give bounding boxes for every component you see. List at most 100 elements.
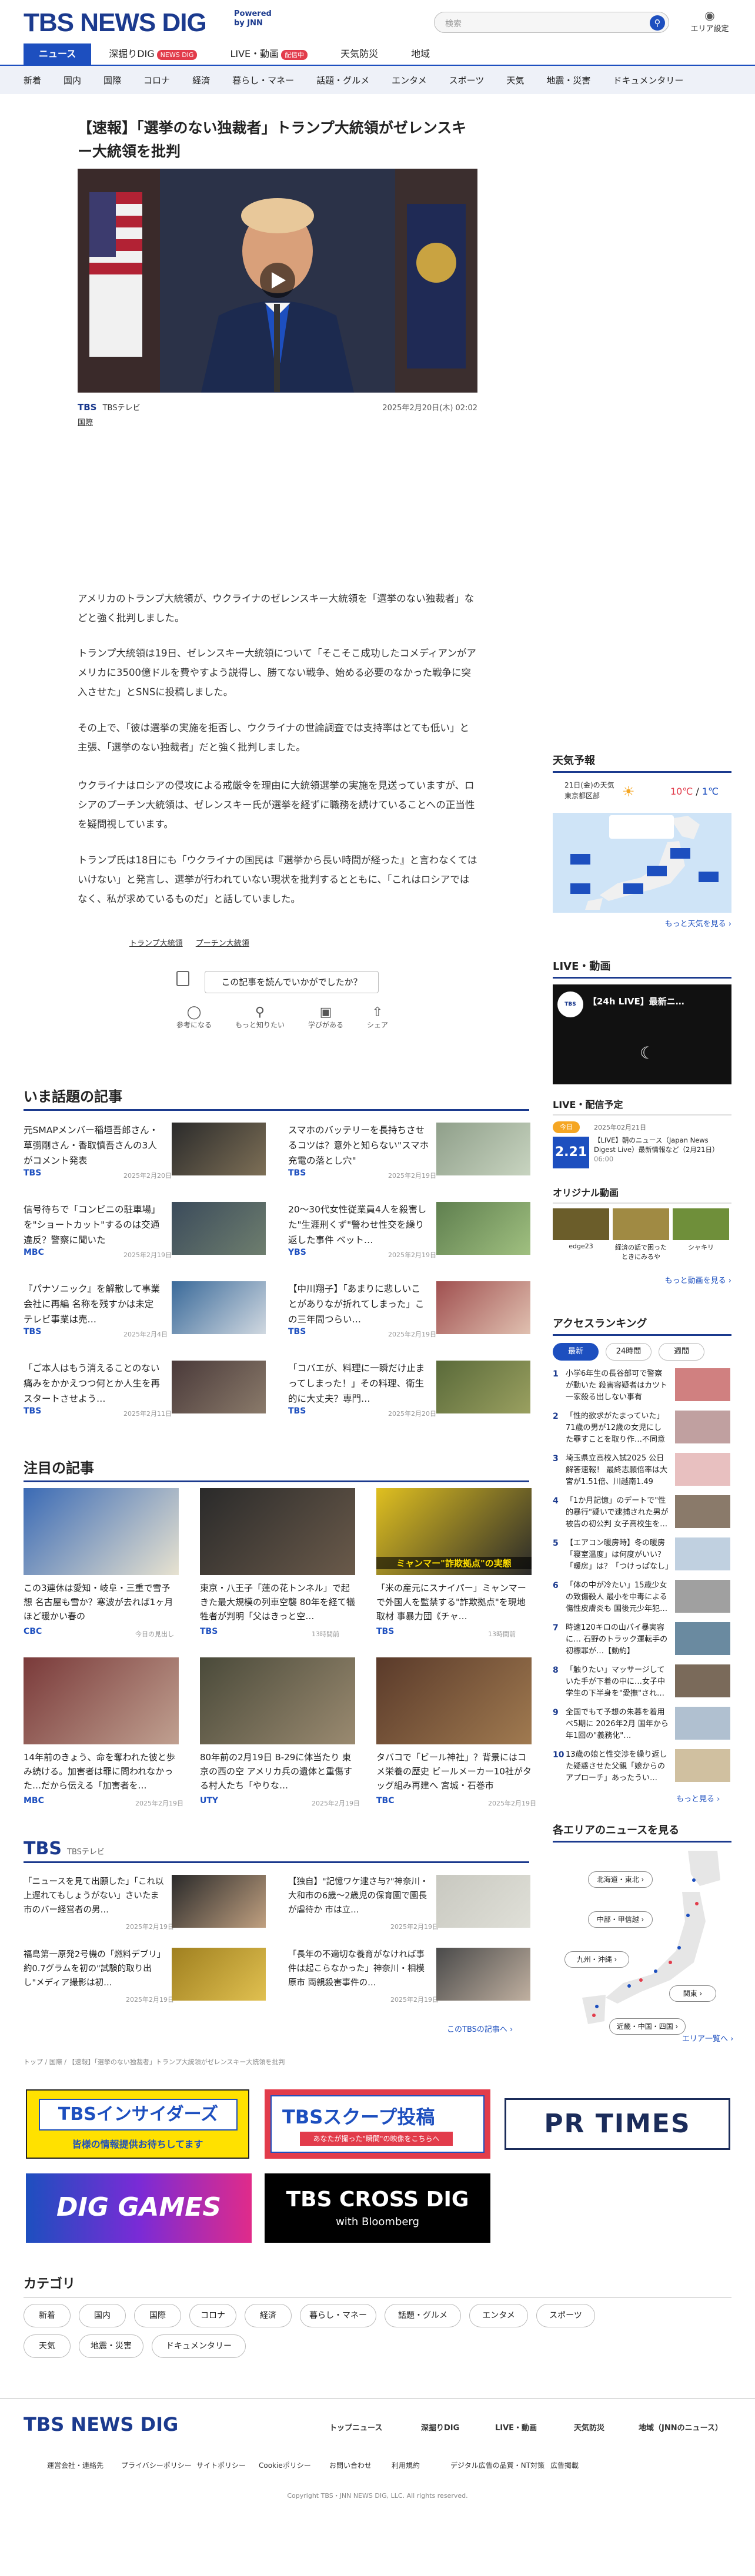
topic-thumbnail[interactable] [436,1123,530,1175]
area-button[interactable]: 中部・甲信越 › [588,1911,653,1928]
category-pill[interactable]: 天気 [24,2334,71,2358]
category-pill[interactable]: ドキュメンタリー [152,2334,246,2358]
ranking-tab-latest[interactable]: 最新 [553,1343,599,1361]
featured-thumbnail[interactable] [376,1657,532,1744]
article-video-player[interactable] [78,169,477,393]
category-documentary[interactable]: ドキュメンタリー [613,74,683,86]
tab-region[interactable]: 地域 [396,43,445,65]
category-corona[interactable]: コロナ [143,74,170,86]
category-weather[interactable]: 天気 [506,74,524,86]
topic-title[interactable]: 信号待ちで「コンビニの駐車場」を"ショートカット"するのは交通違反？警察に聞いた [24,1202,165,1248]
featured-thumbnail[interactable] [24,1657,179,1744]
featured-thumbnail[interactable] [200,1488,355,1575]
ranking-more-link[interactable]: もっと見る › [676,1793,720,1804]
area-button[interactable]: 九州・沖縄 › [564,1951,629,1968]
prtimes-banner[interactable]: PR TIMES [505,2098,730,2150]
ranking-item-title[interactable]: 「体の中が冷たい」15歳少女の致傷殺人 最小を中毒による傷性皮膚炎も 国後元少年… [566,1580,669,1615]
article-category[interactable]: 国際 [78,416,477,427]
featured-title[interactable]: 東京・八王子「蓮の花トンネル」で起きた最大規模の列車空襲 80年を経て犠牲者が判… [200,1581,355,1623]
tag-link[interactable]: プーチン大統領 [196,939,249,948]
weather-more-link[interactable]: もっと天気を見る › [553,917,731,929]
footer-nav-link[interactable]: 地域（JNNのニュース） [639,2421,723,2433]
tab-dig[interactable]: 深掘りDIG NEWS DIG [93,43,212,65]
tbs-article-thumbnail[interactable] [172,1875,266,1928]
category-pill[interactable]: 地震・災害 [79,2334,143,2358]
footer-nav-link[interactable]: LIVE・動画 [495,2421,537,2433]
footer-link[interactable]: 広告掲載 [550,2460,579,2470]
original-more-link[interactable]: もっと動画を見る › [553,1274,731,1285]
ranking-item-thumbnail[interactable] [675,1749,730,1782]
category-international[interactable]: 国際 [103,74,121,86]
ranking-tab-24h[interactable]: 24時間 [606,1343,652,1361]
topic-title[interactable]: 元SMAPメンバー稲垣吾郎さん・草彅剛さん・香取慎吾さんの3人がコメント発表 [24,1123,165,1168]
ranking-item-title[interactable]: 【エアコン暖房時】冬の暖房「寝室温度」は何度がいい？「暖房」は？「つけっぱなし」… [566,1537,669,1573]
tag-link[interactable]: トランプ大統領 [129,939,183,948]
topic-title[interactable]: スマホのバッテリーを長持ちさせるコツは？意外と知らない"スマホ充電の落とし穴" [288,1123,429,1168]
original-video-item[interactable]: edge23 [553,1208,609,1261]
featured-title[interactable]: 80年前の2月19日 B-29に体当たり 東京の西の空 アメリカ兵の遺体と重傷す… [200,1750,355,1793]
tbs-more-link[interactable]: このTBSの記事へ › [447,2023,513,2034]
ranking-item-thumbnail[interactable] [675,1707,730,1740]
topic-thumbnail[interactable] [436,1202,530,1255]
category-disaster[interactable]: 地震・災害 [546,74,590,86]
ranking-item-thumbnail[interactable] [675,1537,730,1570]
share-button[interactable]: ⇧ シェア [367,1005,388,1030]
live-video-thumb[interactable]: TBS 【24h LIVE】最新ニ… ☾ [553,984,731,1084]
area-more-link[interactable]: エリア一覧へ › [682,2032,733,2044]
insiders-banner[interactable]: TBSインサイダーズ 皆様の情報提供お待ちしてます [26,2089,249,2159]
tbs-article-title[interactable]: 【独自】"記憶ワケ逮さ与?"神奈川・大和市の6歳～2歳児の保育園で園長が虐待か … [288,1875,429,1917]
footer-link[interactable]: 利用規約 [392,2460,420,2470]
area-setting-button[interactable]: ◉ エリア設定 [689,8,730,34]
footer-nav-link[interactable]: トップニュース [329,2421,382,2433]
diggames-banner[interactable]: DIG GAMES [26,2173,252,2243]
tab-news[interactable]: ニュース [24,43,92,65]
topic-title[interactable]: 「コバエが、料理に一瞬だけ止まってしまった！」その料理、衛生的に大丈夫？専門… [288,1361,429,1406]
topic-title[interactable]: 20〜30代女性従業員4人を殺害した"生涯刑くず"警わせ性交を繰り返した事件 ベ… [288,1202,429,1248]
tbs-article-title[interactable]: 「長年の不適切な養育がなければ事件は起こらなかった」神奈川・相模原市 両親殺害事… [288,1948,429,1990]
tbs-article-title[interactable]: 福島第一原発2号機の「燃料デブリ」約0.7グラムを初の"試験的取り出し"メディア… [24,1948,165,1990]
category-pill[interactable]: 経済 [245,2304,292,2327]
search-icon[interactable]: ⚲ [650,15,665,31]
category-pill[interactable]: 話題・グルメ [385,2304,461,2327]
category-pill[interactable]: エンタメ [469,2304,528,2327]
featured-title[interactable]: 「米の産元にスナイパー」ミャンマーで外国人を監禁する"詐欺拠点"を現地取材 事暴… [376,1581,532,1623]
tab-weather[interactable]: 天気防災 [325,43,393,65]
footer-link[interactable]: デジタル広告の品質・NT対策 [450,2460,544,2470]
ranking-tab-weekly[interactable]: 週間 [659,1343,704,1361]
category-pill[interactable]: 暮らし・マネー [300,2304,376,2327]
category-sports[interactable]: スポーツ [449,74,485,86]
feedback-helpful[interactable]: ◯ 参考になる [176,1005,212,1030]
featured-title[interactable]: この3連休は愛知・岐阜・三重で雪予想 名古屋も雪か？寒波が去れば1ヶ月ほど暖かい… [24,1581,179,1623]
category-money[interactable]: 暮らし・マネー [232,74,294,86]
category-pill[interactable]: 新着 [24,2304,71,2327]
category-gourmet[interactable]: 話題・グルメ [316,74,369,86]
tbs-article-thumbnail[interactable] [436,1875,530,1928]
area-button[interactable]: 近畿・中国・四国 › [609,2018,686,2035]
footer-link[interactable]: 運営会社・連絡先 [47,2460,103,2470]
footer-link[interactable]: プライバシーポリシー [121,2460,192,2470]
footer-link[interactable]: Cookieポリシー [259,2460,311,2470]
category-pill[interactable]: コロナ [189,2304,236,2327]
topic-thumbnail[interactable] [172,1281,266,1334]
category-new[interactable]: 新着 [24,74,41,86]
feedback-learn[interactable]: ▣ 学びがある [308,1005,343,1030]
ranking-item-thumbnail[interactable] [675,1664,730,1697]
featured-thumbnail[interactable] [24,1488,179,1575]
area-button[interactable]: 北海道・東北 › [588,1871,653,1888]
topic-thumbnail[interactable] [436,1361,530,1413]
ranking-item-thumbnail[interactable] [675,1495,730,1528]
weather-map[interactable] [553,813,731,913]
topic-thumbnail[interactable] [172,1361,266,1413]
ranking-item-thumbnail[interactable] [675,1411,730,1443]
ranking-item-title[interactable]: 時速120キロの山パイ暴実容に… 石野のトラック運転手の初標罪が…【動約】 [566,1622,669,1657]
footer-nav-link[interactable]: 深掘りDIG [421,2421,459,2433]
schedule-text[interactable]: 【LIVE】朝のニュース（Japan News Digest Live）最新情報… [594,1135,730,1164]
ranking-item-title[interactable]: 埼玉県立高校入試2025 公日解答速報！ 最終志願倍率は大宮が1.51倍、川越南… [566,1453,669,1488]
footer-link[interactable]: お問い合わせ [329,2460,372,2470]
footer-logo[interactable]: TBS NEWS DIG [24,2413,178,2436]
ranking-item-thumbnail[interactable] [675,1368,730,1401]
featured-title[interactable]: 14年前のきょう、命を奪われた彼と歩み続ける。加害者は罪に問われなかった…だから… [24,1750,179,1793]
ranking-item-title[interactable]: 13歳の娘と性交渉を繰り返した疑惑させた父親「娘からのアプローチ」あったうい… [566,1749,669,1784]
category-pill[interactable]: 国内 [79,2304,126,2327]
search-input[interactable]: 検索 ⚲ [434,12,669,33]
